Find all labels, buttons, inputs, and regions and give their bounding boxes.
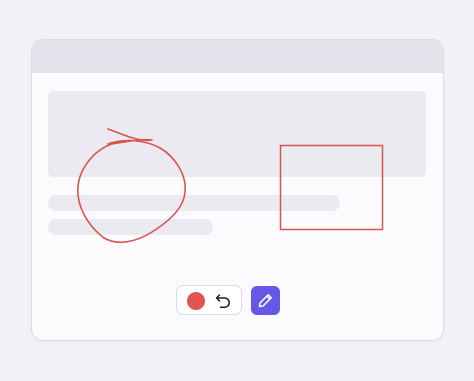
undo-icon[interactable] [213, 291, 233, 311]
content-placeholder-line [48, 195, 340, 211]
pen-tool-button[interactable] [251, 286, 280, 315]
annotation-canvas[interactable] [0, 0, 474, 381]
window-titlebar [32, 40, 443, 73]
pencil-icon [258, 294, 272, 308]
color-picker-swatch[interactable] [187, 292, 205, 310]
content-placeholder-hero [48, 91, 426, 177]
content-placeholder-line-short [48, 219, 213, 235]
annotation-toolbar [176, 285, 242, 315]
undo-arrow-icon [215, 294, 230, 308]
